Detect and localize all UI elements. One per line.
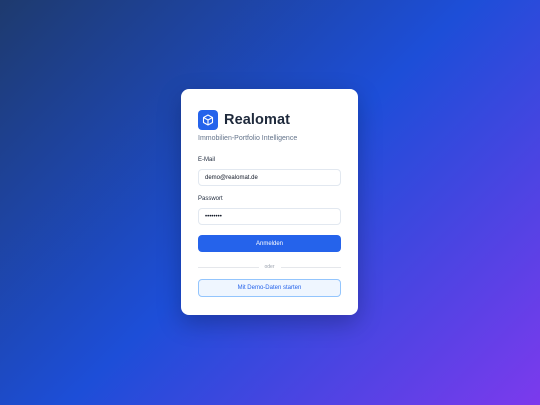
or-divider: oder: [198, 263, 342, 271]
divider-line-left: [198, 266, 259, 268]
divider-text: oder: [264, 264, 275, 270]
password-value: ••••••••: [205, 213, 222, 220]
building-icon: [198, 109, 218, 130]
login-card: Realomat Immobilien-Portfolio Intelligen…: [181, 89, 358, 315]
login-button[interactable]: Anmelden: [198, 235, 341, 252]
brand-tagline: Immobilien-Portfolio Intelligence: [198, 135, 298, 142]
email-field[interactable]: demo@realomat.de: [198, 169, 341, 186]
password-label: Passwort: [198, 196, 223, 202]
brand-header: Realomat: [198, 109, 341, 130]
demo-data-button[interactable]: Mit Demo-Daten starten: [198, 279, 341, 297]
email-value: demo@realomat.de: [205, 174, 258, 181]
divider-line-right: [280, 266, 342, 268]
brand-name: Realomat: [224, 111, 291, 128]
password-field[interactable]: ••••••••: [198, 208, 341, 225]
email-label: E-Mail: [198, 157, 216, 163]
